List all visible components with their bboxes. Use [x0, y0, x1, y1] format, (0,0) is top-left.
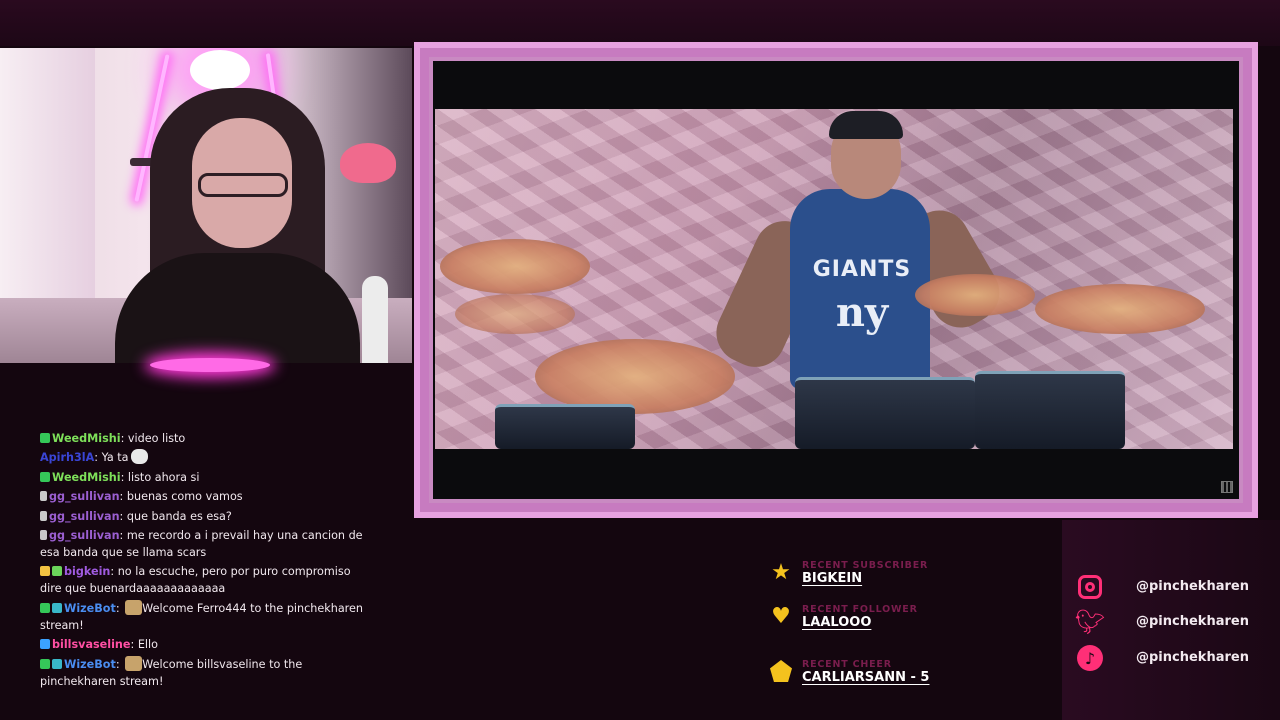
sub-badge-icon: [40, 491, 47, 502]
bot-badge-icon: [52, 658, 62, 669]
cat-emote-icon: [125, 655, 143, 671]
chat-message: WeedMishi: video listo: [40, 430, 370, 447]
chat-message: gg_sullivan: me recordo a i prevail hay …: [40, 527, 370, 561]
instagram-icon: [1076, 573, 1104, 601]
chat-message: Apirh3lA: Ya ta: [40, 449, 370, 466]
top-band: [0, 0, 1280, 46]
recent-subscriber-label: RECENT SUBSCRIBER: [802, 560, 929, 571]
webcam-light: [190, 50, 250, 90]
chat-separator: :: [119, 528, 127, 542]
chat-username[interactable]: WizeBot: [64, 658, 116, 671]
streamer-glasses: [198, 173, 288, 197]
crown-badge-icon: [40, 566, 50, 577]
webcam-feed: [0, 48, 412, 363]
jersey-text: GIANTS: [812, 257, 912, 282]
sub-badge-icon: [40, 529, 47, 540]
cymbal-right-2: [1035, 284, 1205, 334]
chat-username[interactable]: WeedMishi: [52, 432, 121, 445]
recent-cheer-value: CARLIARSANN - 5: [802, 670, 930, 685]
chat-message: billsvaseline: Ello: [40, 636, 370, 653]
chat-message: WizeBot: Welcome Ferro444 to the pinchek…: [40, 599, 370, 634]
webcam-glow: [150, 358, 270, 372]
chat-username[interactable]: gg_sullivan: [49, 490, 120, 503]
cymbal-center: [535, 339, 735, 414]
chat-separator: :: [120, 432, 128, 445]
chat-username[interactable]: gg_sullivan: [49, 529, 120, 542]
drum-kit-right: [975, 371, 1125, 449]
chat-username[interactable]: WizeBot: [64, 602, 116, 615]
chat-separator: :: [119, 490, 127, 504]
chat-separator: :: [130, 638, 138, 652]
video-inner-border: GIANTS ny: [429, 57, 1243, 503]
streamer-torso: [115, 253, 360, 363]
chat-text: listo ahora si: [127, 470, 200, 484]
cymbal-right: [915, 274, 1035, 316]
check-badge-icon: [40, 602, 50, 613]
twitter-handle: @pinchekharen: [1136, 614, 1249, 629]
chat-message: WeedMishi: listo ahora si: [40, 469, 370, 486]
bits-icon: [768, 659, 794, 683]
prime-badge-icon: [40, 639, 50, 650]
sub-badge-icon: [40, 510, 47, 521]
chat-text: Ya ta: [101, 451, 129, 465]
chat-separator: :: [94, 451, 102, 465]
check-badge-icon: [40, 658, 50, 669]
chat-separator: :: [110, 565, 118, 579]
chat-text: que banda es esa?: [126, 509, 232, 523]
video-settings-icon[interactable]: [1221, 481, 1233, 493]
cymbal-left: [440, 239, 590, 294]
tiktok-icon: ♪: [1076, 644, 1104, 672]
chat-message: gg_sullivan: buenas como vamos: [40, 488, 370, 505]
chat-text: buenas como vamos: [126, 490, 243, 504]
chat-separator: :: [115, 657, 124, 671]
plush-toy: [340, 143, 396, 183]
video-player[interactable]: GIANTS ny: [433, 61, 1239, 499]
chat-text: Ello: [137, 638, 158, 652]
cat-emote-icon: [125, 599, 143, 615]
face-emote-icon: [130, 449, 148, 465]
chat-separator: :: [120, 470, 128, 484]
chat-message: WizeBot: Welcome billsvaseline to the pi…: [40, 655, 370, 690]
heart-icon: ♥: [771, 603, 791, 629]
recent-follower-value: LAALOOO: [802, 615, 872, 630]
chat-message: gg_sullivan: que banda es esa?: [40, 508, 370, 525]
chat-username[interactable]: WeedMishi: [52, 471, 121, 484]
recent-follower-label: RECENT FOLLOWER: [802, 604, 918, 615]
twitter-icon: 🐦︎: [1074, 608, 1106, 636]
drum-kit-center: [795, 377, 975, 449]
bot-badge-icon: [52, 602, 62, 613]
chat-username[interactable]: billsvaseline: [52, 638, 130, 651]
drummer-cap: [829, 111, 903, 139]
chat-panel: WeedMishi: video listo Apirh3lA: Ya ta Wee…: [40, 430, 370, 692]
chat-separator: :: [115, 601, 124, 615]
microphone: [362, 276, 388, 363]
chat-username[interactable]: Apirh3lA: [40, 451, 94, 464]
video-frame: GIANTS ny: [414, 42, 1258, 518]
video-scene: GIANTS ny: [435, 109, 1233, 449]
tiktok-handle: @pinchekharen: [1136, 650, 1249, 665]
star-icon: ★: [771, 559, 791, 585]
check-badge-icon: [40, 433, 50, 443]
lime-badge-icon: [52, 566, 62, 577]
jersey-logo: ny: [835, 289, 889, 336]
chat-text: video listo: [127, 432, 186, 445]
recent-subscriber-value: BIGKEIN: [802, 571, 863, 586]
chat-message: bigkein: no la escuche, pero por puro co…: [40, 563, 370, 597]
instagram-handle: @pinchekharen: [1136, 579, 1249, 594]
drum-kit-left: [495, 404, 635, 449]
chat-username[interactable]: gg_sullivan: [49, 510, 120, 523]
chat-separator: :: [119, 509, 127, 523]
cymbal-left-2: [455, 294, 575, 334]
recent-cheer-label: RECENT CHEER: [802, 659, 892, 670]
check-badge-icon: [40, 471, 50, 482]
chat-username[interactable]: bigkein: [64, 565, 110, 578]
